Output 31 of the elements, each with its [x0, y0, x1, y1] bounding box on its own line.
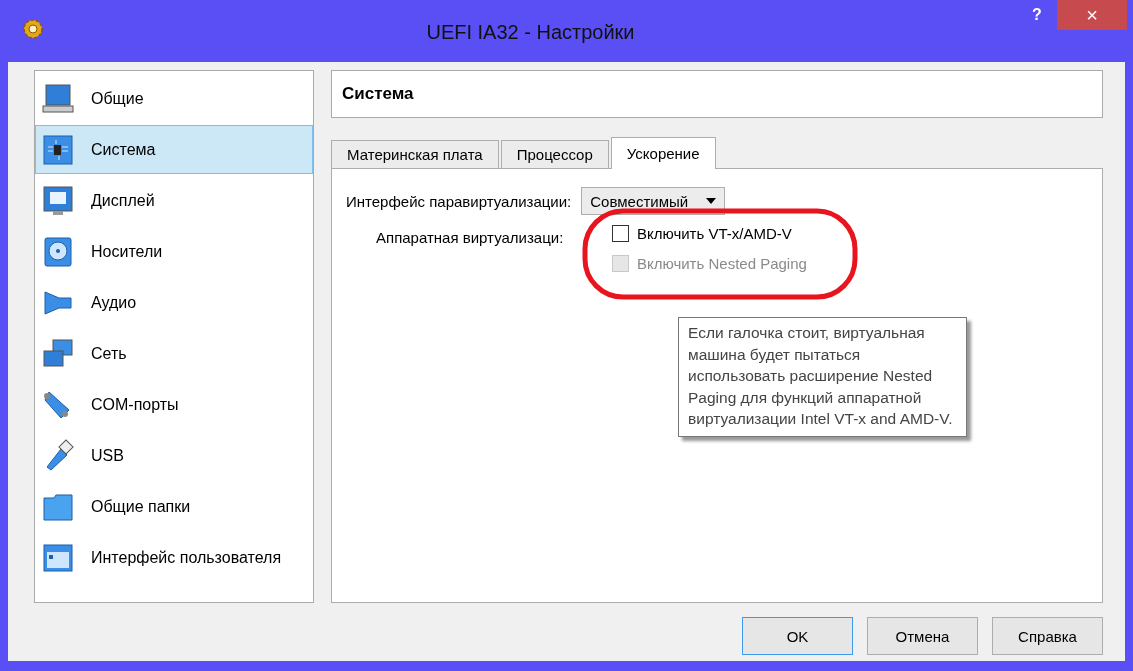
sidebar-item[interactable]: Дисплей	[35, 176, 313, 225]
caret-icon	[706, 198, 717, 204]
sidebar-item[interactable]: Аудио	[35, 278, 313, 327]
window-title: UEFI IA32 - Настройки	[425, 20, 636, 44]
help-button[interactable]: ?	[1017, 0, 1057, 30]
close-button[interactable]: ×	[1057, 0, 1127, 30]
field-label: Интерфейс паравиртуализации:	[346, 192, 572, 210]
sidebar-item[interactable]: Интерфейс пользователя	[35, 533, 313, 582]
sidebar-item[interactable]: Общие папки	[35, 482, 313, 531]
checkbox-label: Включить VT-x/AMD-V	[637, 225, 792, 242]
dialog-button[interactable]: Отмена	[867, 617, 978, 655]
tab[interactable]: Процессор	[500, 140, 609, 168]
sidebar-item[interactable]: Система	[35, 125, 313, 174]
monitor-icon	[41, 183, 75, 218]
page-title: Система	[342, 84, 414, 104]
gear-icon	[22, 18, 44, 40]
field-label: Аппаратная виртуализаци:	[375, 229, 565, 248]
chip-icon	[41, 132, 75, 167]
tab[interactable]: Материнская плата	[331, 140, 499, 168]
tooltip: Если галочка стоит, виртуальная машина будет пытаться использовать расширение Nested Paging для функций аппаратной виртуализации Intel VT-x and AMD-V.	[678, 317, 967, 437]
sidebar-item[interactable]: COM-порты	[35, 380, 313, 429]
sidebar-item[interactable]: Общие	[35, 74, 313, 123]
checkbox-label: Включить Nested Paging	[637, 255, 807, 272]
sidebar-item[interactable]: USB	[35, 431, 313, 480]
sidebar-item[interactable]: Носители	[35, 227, 313, 276]
tab[interactable]: Ускорение	[610, 137, 716, 169]
dialog-button[interactable]: Справка	[992, 617, 1103, 655]
laptop-icon	[41, 81, 75, 116]
checkbox[interactable]	[612, 225, 629, 242]
dialog-button[interactable]: OK	[742, 617, 853, 655]
sidebar-item[interactable]: Сеть	[35, 329, 313, 378]
